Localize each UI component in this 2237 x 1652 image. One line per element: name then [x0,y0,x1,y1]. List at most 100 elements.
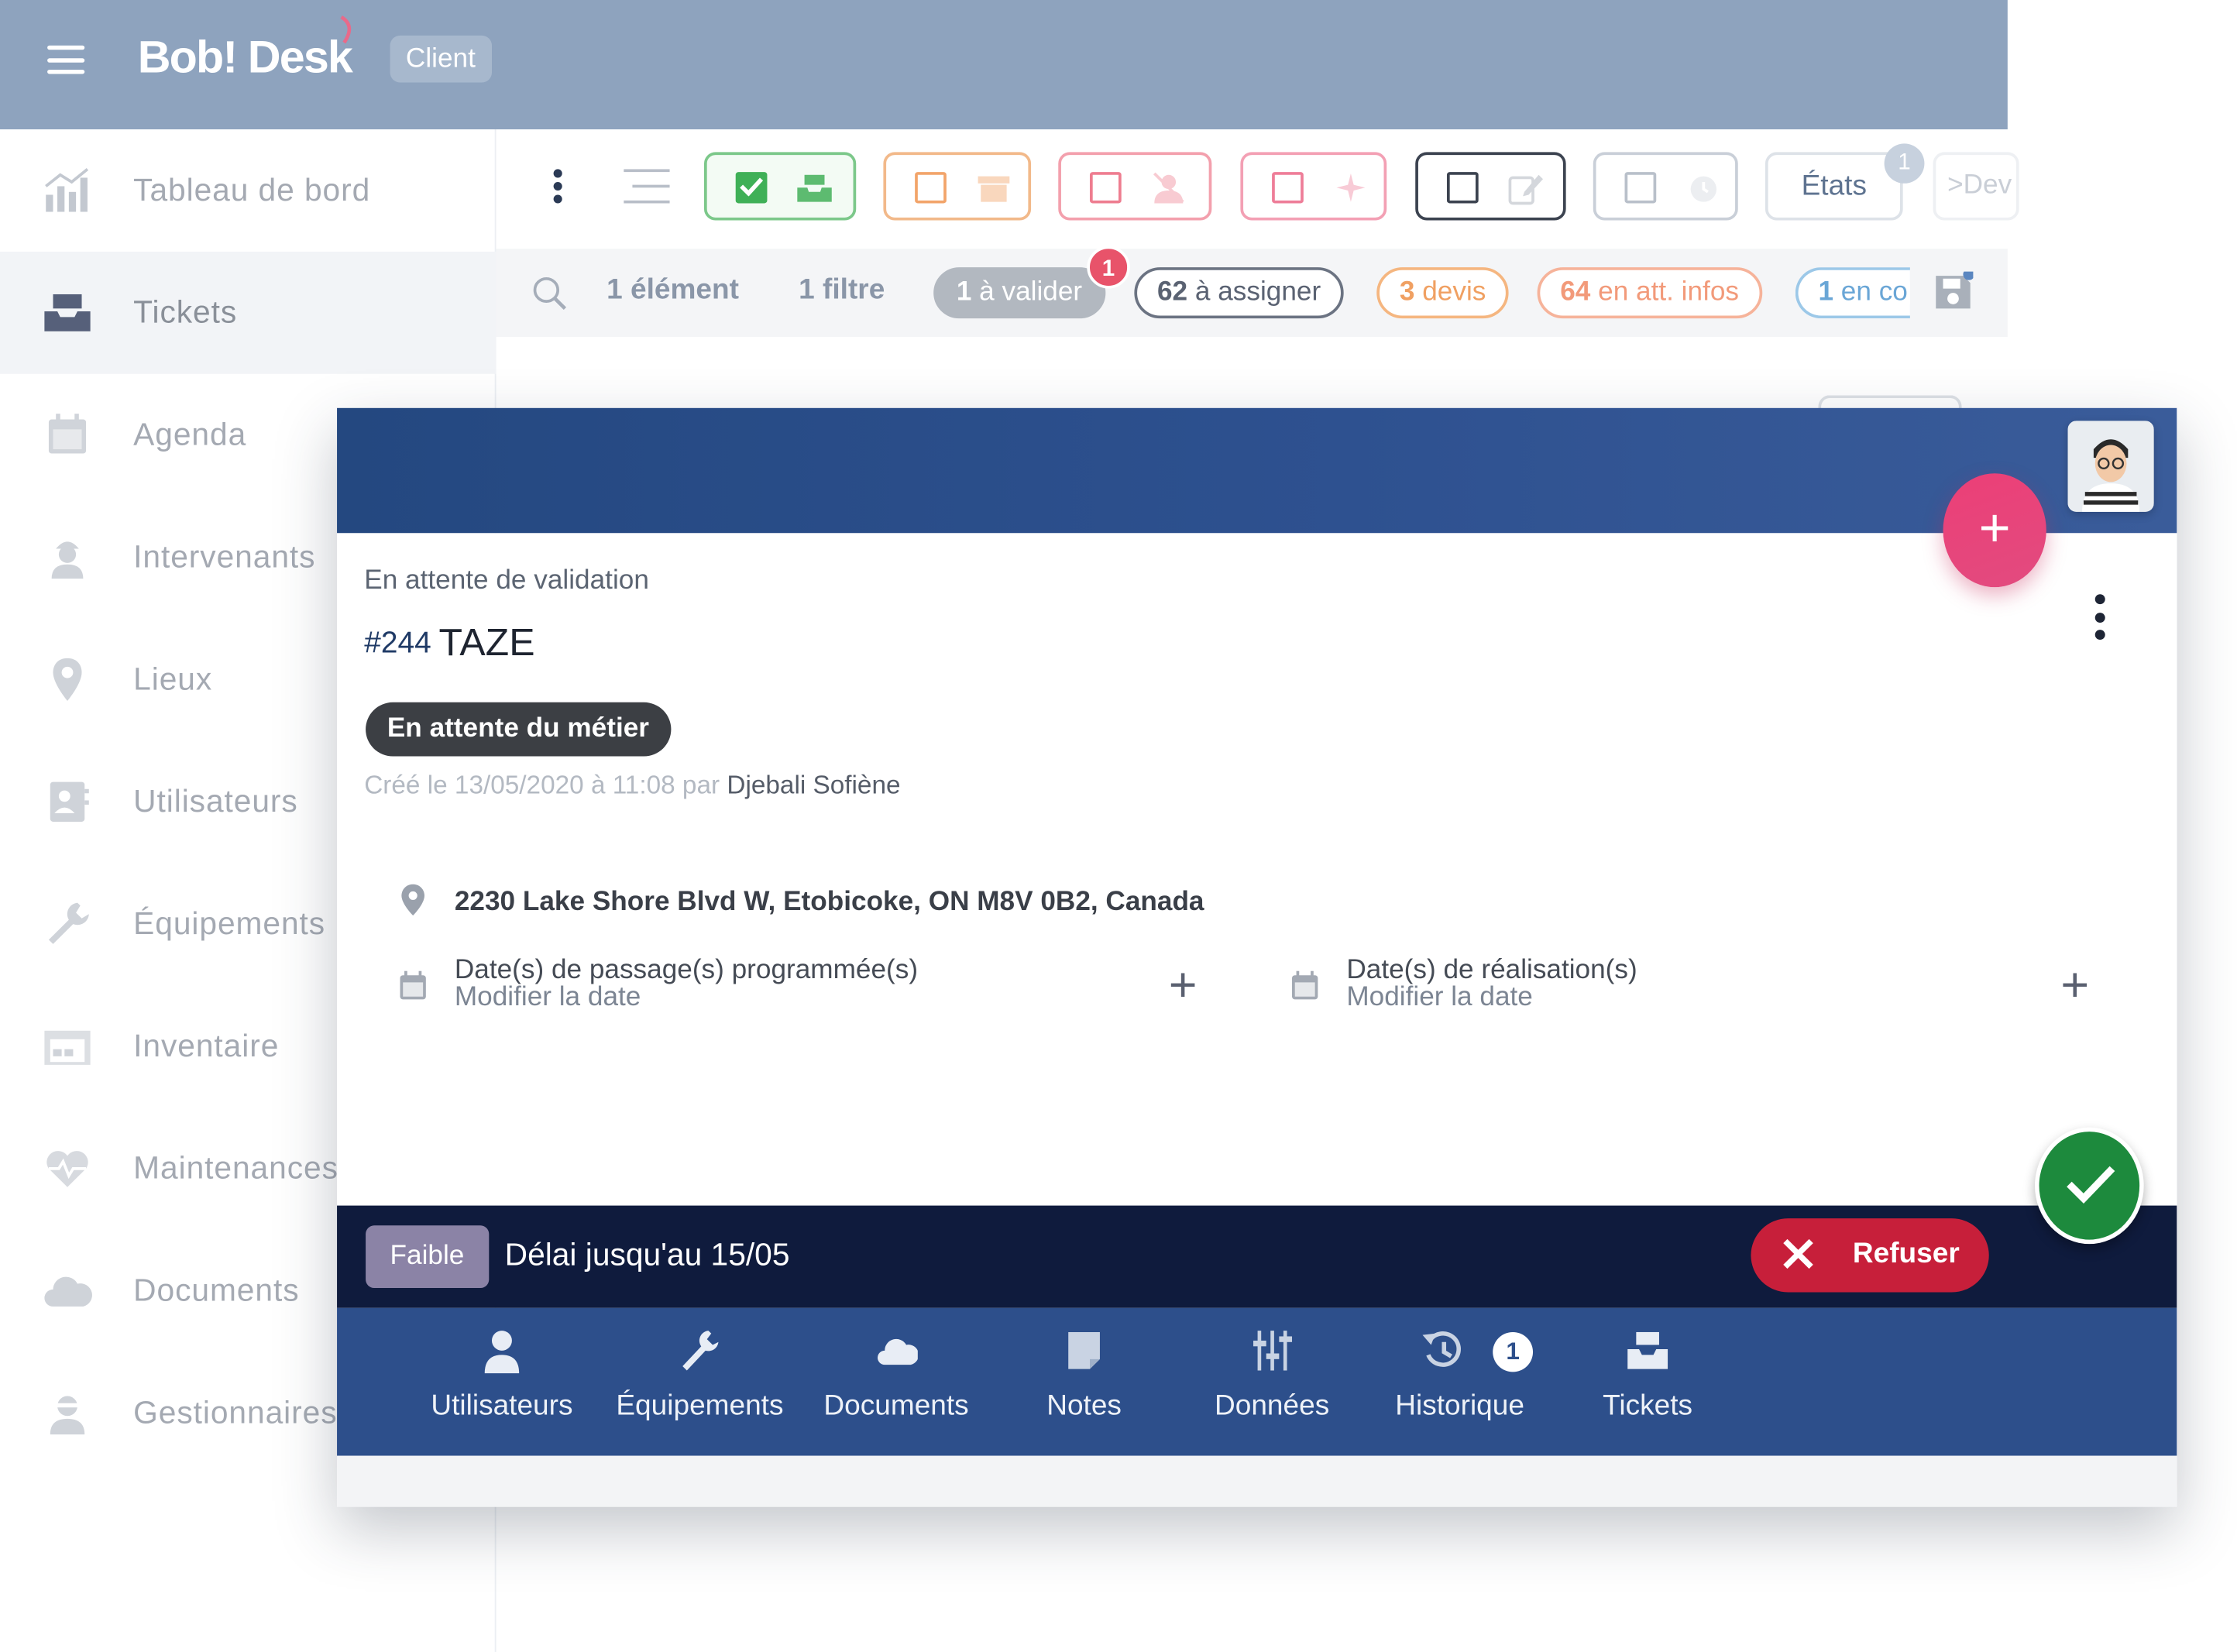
archive-box-icon [978,176,1010,202]
tab-label: Notes [1046,1390,1122,1422]
filter-reminder-toggle[interactable] [1593,152,1738,221]
sidebar-item-label: Documents [133,1272,300,1308]
calendar-icon [48,414,87,454]
refuse-button[interactable]: Refuser [1751,1218,1989,1293]
tab-label: Tickets [1603,1390,1693,1422]
history-icon [1422,1331,1461,1367]
hamburger-menu-icon[interactable] [47,45,85,74]
filter-edited-toggle[interactable] [1415,152,1566,221]
ticket-modal-header [337,407,2177,534]
tab-donnees[interactable]: Données [1193,1308,1351,1456]
filter-unassigned-toggle[interactable] [1058,152,1212,221]
ticket-modal-footer [337,1455,2177,1507]
chip-to-assign[interactable]: 62 à assigner [1134,267,1344,319]
tab-historique[interactable]: 1 Historique [1380,1308,1540,1456]
map-pin-icon [401,884,424,916]
close-icon [1783,1238,1813,1269]
next-filter-tab[interactable]: >Dev [1933,152,2019,221]
brand-logo[interactable]: Bob! Desk [138,31,353,84]
checkmark-icon [2067,1166,2115,1204]
sidebar-item-label: Équipements [133,905,326,942]
tab-label: Données [1214,1390,1330,1422]
list-view-icon[interactable] [624,169,670,204]
chip-count: 1 [1818,276,1834,307]
sparkle-icon [1336,173,1366,202]
sidebar-item-label: Utilisateurs [133,783,298,819]
tab-label: Équipements [616,1390,784,1422]
chip-label: en co [1840,276,1908,307]
filter-new-toggle[interactable] [1240,152,1387,221]
calendar-icon [1292,970,1318,1000]
map-pin-icon [53,658,82,701]
user-avatar[interactable] [2067,421,2154,512]
ticket-number: #244 [364,627,431,660]
tab-notes[interactable]: Notes [1008,1308,1160,1456]
ticket-more-options-icon[interactable] [2094,594,2105,641]
avatar-illustration [2067,421,2154,512]
filter-validated-toggle[interactable] [703,152,857,221]
sidebar-item-label: Inventaire [133,1028,280,1064]
ticket-state: En attente de validation [364,565,649,596]
chip-quotes[interactable]: 3 devis [1376,267,1509,319]
inbox-tray-icon [797,174,832,202]
sidebar-item-tickets[interactable]: Tickets [0,251,497,374]
role-badge: Client [390,35,492,83]
sliders-icon [1253,1331,1293,1371]
worker-icon [51,541,84,579]
sidebar-item-label: Lieux [133,661,213,697]
sidebar-item-label: Tickets [133,294,238,330]
alarm-clock-icon [1690,176,1717,202]
wrench-icon [682,1331,719,1371]
chip-to-validate[interactable]: 1 à valider [933,267,1105,319]
sidebar-item-label: Gestionnaires [133,1394,338,1430]
chip-label: devis [1422,276,1486,307]
ticket-modal-body [337,533,2177,1206]
states-count-badge: 1 [1884,143,1925,184]
ticket-tab-bar: Utilisateurs Équipements Documents Notes… [337,1307,2177,1456]
results-count: 1 élément [606,274,739,306]
next-filter-label: Dev [1963,170,2012,201]
chip-count: 1 [956,276,972,307]
plus-icon: + [1978,499,2011,559]
chip-notification-badge: 1 [1087,246,1130,289]
filters-count[interactable]: 1 filtre [799,274,885,307]
tab-utilisateurs[interactable]: Utilisateurs [420,1308,583,1456]
tab-equipements[interactable]: Équipements [613,1308,788,1456]
chip-count: 62 [1156,276,1188,307]
inbox-tray-icon [44,294,91,331]
tab-label: Documents [823,1390,969,1422]
wrench-icon [48,902,89,944]
tab-label: Historique [1395,1390,1524,1422]
quick-filter-bar: 1 élément 1 filtre 1 à valider 1 62 à as… [496,246,2008,338]
add-planned-date-button[interactable]: + [1169,961,1198,1009]
planned-dates-edit-link[interactable]: Modifier la date [455,982,641,1013]
chip-count: 64 [1560,276,1591,307]
states-menu-button[interactable]: États [1765,152,1903,221]
cloud-icon [44,1276,92,1307]
tab-documents[interactable]: Documents [817,1308,975,1456]
sidebar-item-dashboard[interactable]: Tableau de bord [0,129,497,252]
chip-in-progress[interactable]: 1 en co [1795,267,1910,319]
tab-label: Utilisateurs [431,1390,573,1422]
filter-archived-toggle[interactable] [883,152,1032,221]
sidebar-item-label: Intervenants [133,538,316,575]
add-button[interactable]: + [1943,473,2046,588]
history-count-badge: 1 [1493,1331,1534,1372]
user-off-icon [1153,172,1184,204]
chevron-right-icon: > [1947,170,1964,201]
sidebar-item-label: Agenda [133,416,247,452]
filter-toolbar: États 1 >Dev [496,129,2019,249]
add-done-date-button[interactable]: + [2060,961,2089,1009]
done-dates-edit-link[interactable]: Modifier la date [1346,982,1532,1013]
ticket-title: TAZE [438,621,535,665]
tab-tickets[interactable]: Tickets [1573,1308,1723,1456]
search-icon[interactable] [531,274,568,311]
warehouse-icon [44,1030,91,1065]
validate-button[interactable] [2034,1127,2144,1245]
calendar-icon [400,970,426,1000]
chip-awaiting-info[interactable]: 64 en att. infos [1537,267,1762,319]
sidebar-item-label: Tableau de bord [133,172,371,208]
ticket-address: 2230 Lake Shore Blvd W, Etobicoke, ON M8… [454,887,1204,917]
more-options-icon[interactable] [553,169,562,204]
save-filter-icon[interactable] [1933,271,1974,311]
